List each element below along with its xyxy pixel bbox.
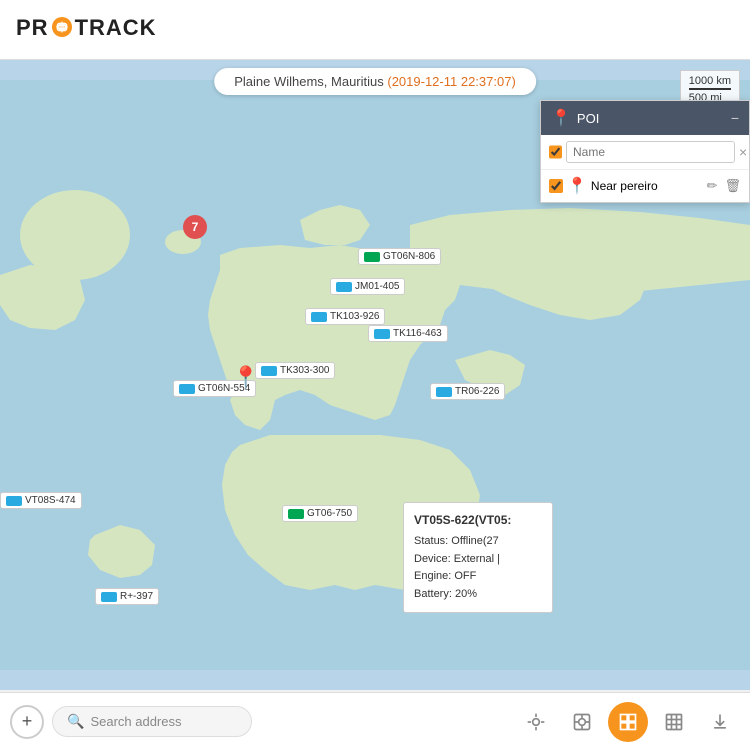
cluster-marker[interactable]: 7	[183, 215, 207, 239]
poi-item-name: Near pereiro	[591, 179, 703, 193]
bottom-icons-group	[516, 702, 740, 742]
location-bottom-button[interactable]	[516, 702, 556, 742]
popup-title: VT05S-622(VT05:	[414, 511, 542, 530]
logo-icon	[51, 16, 73, 44]
poi-search-input[interactable]	[566, 141, 735, 163]
logo-pr: PR	[16, 15, 49, 40]
vehicle-TR06-226[interactable]: TR06-226	[430, 383, 505, 400]
grid-bottom-button[interactable]	[654, 702, 694, 742]
vehicle-icon	[374, 329, 390, 339]
vehicle-id: TK116-463	[393, 328, 442, 339]
grid-active-bottom-button[interactable]	[608, 702, 648, 742]
poi-panel-header: 📍 POI −	[541, 101, 749, 135]
poi-search-checkbox[interactable]	[549, 145, 562, 159]
logo: PR TRACK	[16, 15, 157, 43]
vehicle-JM01-405[interactable]: JM01-405	[330, 278, 405, 295]
vehicle-icon	[288, 509, 304, 519]
vehicle-id: JM01-405	[355, 281, 399, 292]
scale-km: 1000 km	[689, 75, 731, 90]
poi-item-pin-icon: 📍	[567, 176, 587, 196]
location-bar: Plaine Wilhems, Mauritius (2019-12-11 22…	[214, 68, 536, 95]
vehicle-id: TK103-926	[330, 311, 379, 322]
vehicle-R-397[interactable]: R+-397	[95, 588, 159, 605]
vehicle-id: VT08S-474	[25, 495, 76, 506]
logo-track: TRACK	[75, 15, 157, 40]
datetime-text: (2019-12-11 22:37:07)	[387, 74, 515, 89]
popup-status: Status: Offline(27	[414, 533, 542, 551]
poi-title: POI	[577, 111, 599, 126]
poi-title-row: 📍 POI	[551, 108, 599, 128]
vehicle-VT08S-474[interactable]: VT08S-474	[0, 492, 82, 509]
map-container[interactable]: Plaine Wilhems, Mauritius (2019-12-11 22…	[0, 60, 750, 690]
bottom-bar: + 🔍 Search address	[0, 692, 750, 750]
vehicle-id: R+-397	[120, 591, 153, 602]
poi-minimize-button[interactable]: −	[731, 110, 739, 126]
vehicle-id: TR06-226	[455, 386, 499, 397]
poi-delete-button[interactable]: 🗑	[724, 178, 741, 194]
building-bottom-button[interactable]	[562, 702, 602, 742]
red-pin-marker[interactable]: 📍	[232, 365, 259, 391]
poi-item-checkbox[interactable]	[549, 179, 563, 193]
popup-battery: Battery: 20%	[414, 586, 542, 604]
poi-edit-button[interactable]: ✏	[707, 178, 718, 194]
vehicle-popup[interactable]: VT05S-622(VT05: Status: Offline(27 Devic…	[403, 502, 553, 613]
vehicle-TK116-463[interactable]: TK116-463	[368, 325, 448, 342]
vehicle-icon	[101, 592, 117, 602]
poi-pin-icon: 📍	[551, 108, 571, 128]
vehicle-icon	[6, 496, 22, 506]
vehicle-icon	[261, 366, 277, 376]
vehicle-GT06-750[interactable]: GT06-750	[282, 505, 358, 522]
poi-panel: 📍 POI − × + 📍 Near pereiro ✏ 🗑	[540, 100, 750, 203]
header: PR TRACK	[0, 0, 750, 60]
vehicle-id: GT06N-806	[383, 251, 435, 262]
vehicle-TK303-300[interactable]: TK303-300	[255, 362, 335, 379]
search-placeholder-text: Search address	[90, 714, 181, 729]
vehicle-icon	[364, 252, 380, 262]
vehicle-icon	[179, 384, 195, 394]
vehicle-GT06N-806[interactable]: GT06N-806	[358, 248, 441, 265]
vehicle-icon	[336, 282, 352, 292]
poi-search-row: × +	[541, 135, 749, 170]
add-button[interactable]: +	[10, 705, 44, 739]
download-bottom-button[interactable]	[700, 702, 740, 742]
search-icon: 🔍	[67, 713, 84, 730]
vehicle-icon	[436, 387, 452, 397]
cluster-count: 7	[192, 220, 199, 234]
poi-list-item[interactable]: 📍 Near pereiro ✏ 🗑	[541, 170, 749, 202]
vehicle-id: GT06-750	[307, 508, 352, 519]
popup-device: Device: External |	[414, 551, 542, 569]
vehicle-id: TK303-300	[280, 365, 329, 376]
location-text: Plaine Wilhems, Mauritius	[234, 74, 384, 89]
popup-engine: Engine: OFF	[414, 568, 542, 586]
poi-clear-button[interactable]: ×	[739, 144, 747, 160]
vehicle-TK103-926[interactable]: TK103-926	[305, 308, 385, 325]
vehicle-icon	[311, 312, 327, 322]
search-address-box[interactable]: 🔍 Search address	[52, 706, 252, 737]
